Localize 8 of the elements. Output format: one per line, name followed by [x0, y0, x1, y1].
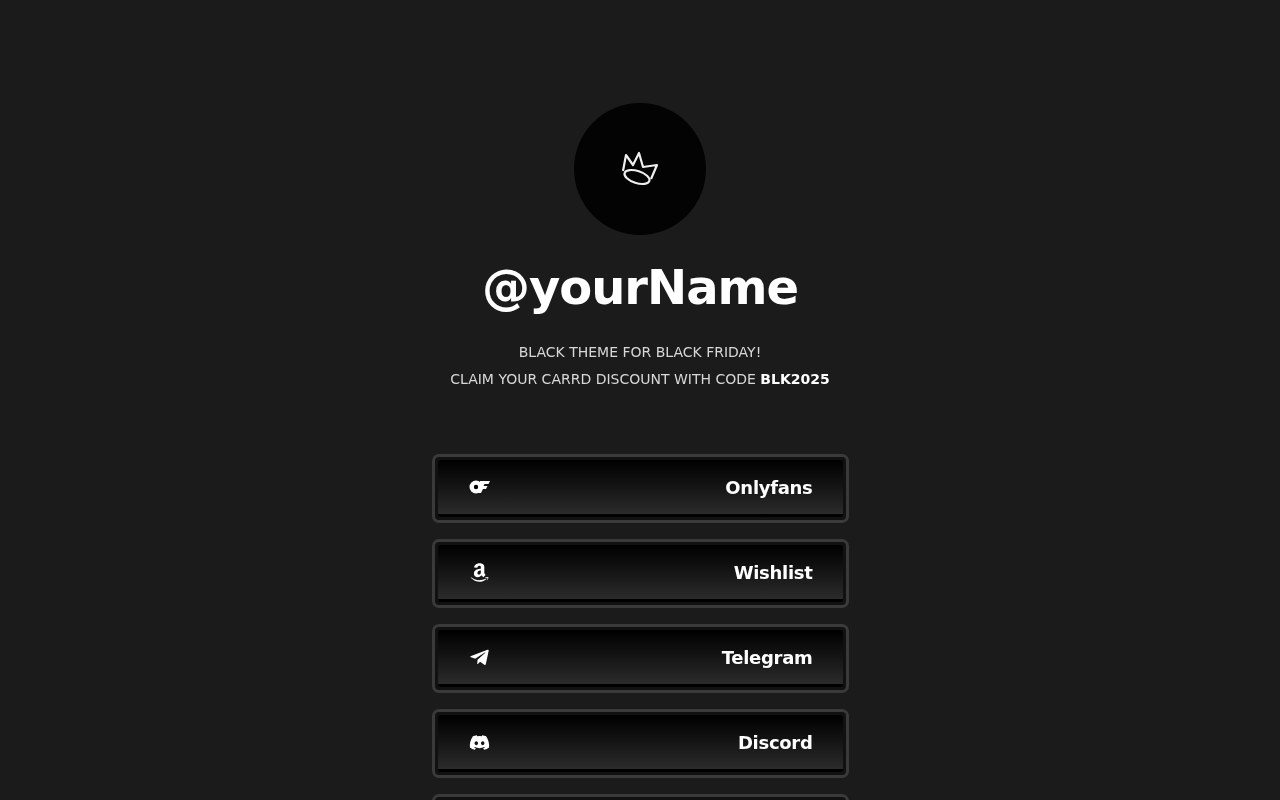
link-button[interactable]: Telegram — [431, 624, 849, 693]
onlyfans-logo-icon — [468, 479, 491, 495]
profile-handle: @yourName — [481, 258, 799, 317]
link-button[interactable]: Wishlist — [431, 539, 849, 608]
link-button[interactable]: Onlyfans — [431, 454, 849, 523]
bio-text: BLACK THEME FOR BLACK FRIDAY! — [518, 343, 762, 361]
link-button[interactable]: Discord — [431, 709, 849, 778]
bio-text: CLAIM YOUR CARRD DISCOUNT WITH CODE BLK2025 — [450, 370, 830, 388]
